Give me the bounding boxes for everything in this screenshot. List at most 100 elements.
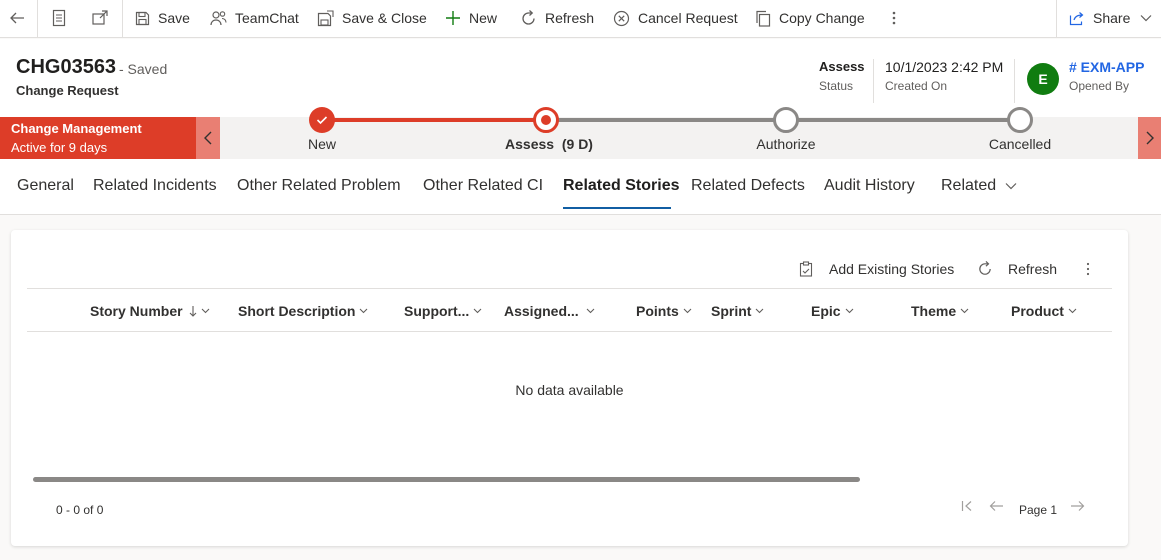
- active-stage-dot: [541, 115, 551, 125]
- refresh-label: Refresh: [545, 10, 595, 26]
- stage-label-cancelled[interactable]: Cancelled: [989, 136, 1051, 152]
- save-close-button[interactable]: Save & Close: [317, 0, 427, 36]
- checkmark-icon: [316, 116, 328, 125]
- column-header-sprint[interactable]: Sprint: [711, 303, 764, 319]
- column-header-story-number[interactable]: Story Number: [90, 303, 210, 319]
- share-label: Share: [1093, 10, 1131, 26]
- form-view-button[interactable]: [51, 0, 67, 36]
- more-commands-button[interactable]: [889, 0, 899, 36]
- save-close-icon: [317, 9, 334, 26]
- grid-more-button[interactable]: [1084, 259, 1092, 279]
- more-vertical-icon: [1086, 262, 1090, 276]
- chevron-down-icon: [1140, 15, 1152, 22]
- cancel-circle-icon: [613, 10, 630, 26]
- tab-audit-history[interactable]: Audit History: [824, 177, 915, 195]
- column-label: Sprint: [711, 303, 752, 319]
- cancel-request-label: Cancel Request: [638, 10, 738, 26]
- stage-node-authorize[interactable]: [773, 107, 799, 133]
- status-label: Status: [819, 79, 854, 93]
- process-name: Change Management: [11, 121, 142, 136]
- stage-label-assess[interactable]: Assess (9 D): [505, 136, 593, 152]
- horizontal-scrollbar[interactable]: [33, 477, 860, 482]
- column-header-assigned[interactable]: Assigned...: [504, 303, 595, 319]
- back-arrow-icon: [10, 12, 24, 24]
- save-button[interactable]: Save: [135, 0, 190, 36]
- process-prev-button[interactable]: [196, 117, 220, 159]
- chevron-down-icon: [360, 308, 368, 314]
- column-header-epic[interactable]: Epic: [811, 303, 854, 319]
- chevron-down-icon: [756, 308, 764, 314]
- status-value: Assess: [819, 59, 865, 74]
- new-button[interactable]: New: [445, 0, 497, 36]
- command-bar: Save TeamChat Save & Close New Refresh C…: [0, 0, 1161, 38]
- column-header-short-description[interactable]: Short Description: [238, 303, 368, 319]
- process-duration: Active for 9 days: [11, 140, 108, 155]
- active-tab-indicator: [563, 207, 671, 209]
- stage-label-new[interactable]: New: [308, 136, 336, 152]
- popout-icon: [92, 10, 108, 25]
- tab-related-incidents[interactable]: Related Incidents: [93, 177, 217, 195]
- chevron-left-icon: [204, 131, 212, 145]
- chevron-down-icon: [473, 308, 482, 314]
- column-label: Product: [1011, 303, 1064, 319]
- arrow-right-icon: [1071, 501, 1085, 511]
- clipboard-icon: [799, 261, 813, 277]
- column-label: Epic: [811, 303, 841, 319]
- created-on-value: 10/1/2023 2:42 PM: [885, 59, 1004, 75]
- process-next-button[interactable]: [1138, 117, 1161, 159]
- tab-other-related-ci[interactable]: Other Related CI: [423, 177, 543, 195]
- cancel-request-button[interactable]: Cancel Request: [613, 0, 738, 36]
- back-button[interactable]: [8, 0, 26, 36]
- add-existing-stories-label: Add Existing Stories: [829, 261, 955, 277]
- stage-node-cancelled[interactable]: [1007, 107, 1033, 133]
- tab-general[interactable]: General: [17, 177, 74, 195]
- previous-page-button[interactable]: [989, 500, 1004, 512]
- more-vertical-icon: [892, 11, 896, 25]
- chevron-down-icon: [586, 308, 595, 314]
- teamchat-button[interactable]: TeamChat: [210, 0, 299, 36]
- tab-related-label: Related: [941, 177, 997, 194]
- grid-refresh-button[interactable]: Refresh: [977, 259, 1057, 279]
- popout-button[interactable]: [91, 0, 109, 36]
- record-title: CHG03563: [16, 56, 117, 78]
- next-page-button[interactable]: [1070, 500, 1085, 512]
- add-existing-stories-button[interactable]: Add Existing Stories: [799, 259, 954, 279]
- chevron-down-icon: [1068, 308, 1077, 314]
- tab-other-related-problem[interactable]: Other Related Problem: [237, 177, 401, 195]
- plus-icon: [446, 11, 460, 25]
- share-button[interactable]: Share: [1069, 0, 1152, 36]
- save-icon: [135, 11, 150, 25]
- record-count: 0 - 0 of 0: [56, 503, 104, 517]
- first-page-icon: [961, 501, 972, 511]
- column-header-support[interactable]: Support...: [404, 303, 482, 319]
- opened-by-label: Opened By: [1069, 79, 1130, 93]
- refresh-icon: [979, 261, 991, 275]
- stage-node-new[interactable]: [309, 107, 335, 133]
- empty-state-message: No data available: [515, 382, 624, 398]
- column-header-theme[interactable]: Theme: [911, 303, 969, 319]
- first-page-button[interactable]: [961, 500, 973, 512]
- refresh-icon: [522, 9, 535, 25]
- chevron-down-icon: [1005, 183, 1017, 190]
- tab-related-stories[interactable]: Related Stories: [563, 177, 679, 195]
- column-header-points[interactable]: Points: [636, 303, 692, 319]
- column-header-product[interactable]: Product: [1011, 303, 1077, 319]
- page-label: Page 1: [1019, 503, 1058, 517]
- stage-node-assess[interactable]: [533, 107, 559, 133]
- new-label: New: [469, 10, 498, 26]
- stage-label-authorize[interactable]: Authorize: [756, 136, 815, 152]
- tab-related[interactable]: Related: [941, 177, 1017, 195]
- column-label: Short Description: [238, 303, 356, 319]
- column-label: Support...: [404, 303, 470, 319]
- column-label: Points: [636, 303, 679, 319]
- sort-descending-icon: [189, 306, 196, 317]
- chevron-down-icon: [960, 308, 969, 314]
- tab-related-defects[interactable]: Related Defects: [691, 177, 805, 195]
- copy-change-button[interactable]: Copy Change: [755, 0, 865, 36]
- refresh-button[interactable]: Refresh: [520, 0, 594, 36]
- record-header: CHG03563 - Saved Change Request Assess S…: [0, 39, 1161, 117]
- save-status: - Saved: [119, 61, 168, 77]
- chevron-down-icon: [683, 308, 692, 314]
- process-stage-flyout[interactable]: Change Management Active for 9 days: [0, 117, 196, 159]
- opened-by-link[interactable]: # EXM-APP: [1069, 59, 1144, 75]
